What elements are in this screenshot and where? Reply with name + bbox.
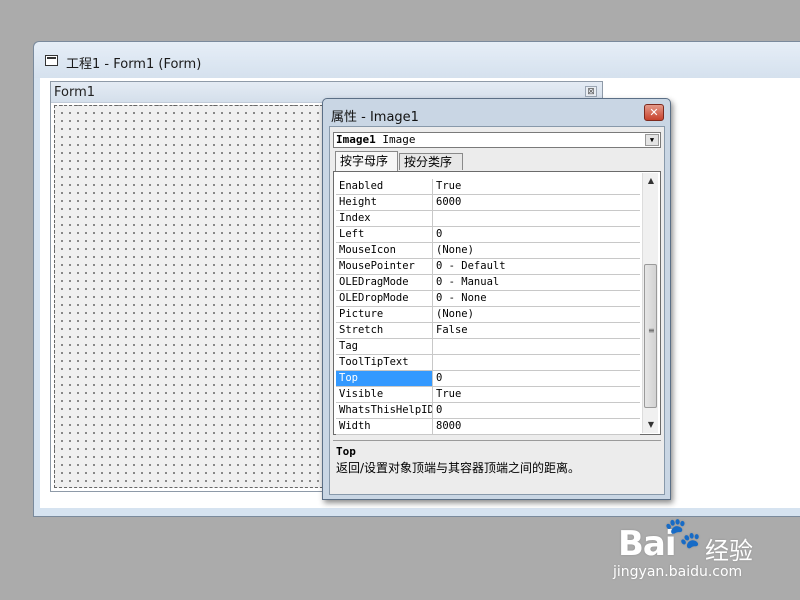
property-row[interactable]: Left 0 (336, 227, 640, 243)
property-value[interactable]: 0 - Default (433, 259, 640, 274)
property-row[interactable]: Picture (None) (336, 307, 640, 323)
property-value[interactable] (433, 339, 640, 354)
property-name[interactable]: Height (336, 195, 433, 210)
property-row[interactable]: Visible True (336, 387, 640, 403)
property-name[interactable]: MousePointer (336, 259, 433, 274)
property-value[interactable] (433, 211, 640, 226)
property-row[interactable]: OLEDragMode 0 - Manual (336, 275, 640, 291)
property-name[interactable]: Top (336, 371, 433, 386)
scroll-down-icon[interactable]: ▼ (643, 417, 659, 433)
form-window-icon (45, 55, 58, 66)
property-row[interactable]: Enabled True (336, 179, 640, 195)
property-value[interactable] (433, 355, 640, 370)
properties-panel: Image1 Image ▼ 按字母序 按分类序 Enabled True Heig… (329, 126, 665, 495)
property-value[interactable]: True (433, 179, 640, 194)
grip-icon: ≡ (648, 326, 655, 335)
property-name[interactable]: MouseIcon (336, 243, 433, 258)
tab-alphabetic[interactable]: 按字母序 (335, 151, 398, 171)
project-window-title: 工程1 - Form1 (Form) (66, 57, 202, 72)
property-row[interactable]: MousePointer 0 - Default (336, 259, 640, 275)
property-name[interactable]: ToolTipText (336, 355, 433, 370)
property-name[interactable]: Index (336, 211, 433, 226)
property-name[interactable]: Enabled (336, 179, 433, 194)
form-title: Form1 (54, 85, 96, 100)
paw-icon: 🐾 (664, 516, 702, 551)
object-selector-dropdown[interactable]: Image1 Image ▼ (333, 132, 661, 148)
description-text: 返回/设置对象顶端与其容器顶端之间的距离。 (336, 461, 581, 475)
baidu-jingyan-watermark: Bai 🐾 经验 jingyan.baidu.com (610, 516, 795, 588)
property-name[interactable]: WhatsThisHelpID (336, 403, 433, 418)
scroll-up-icon[interactable]: ▲ (643, 173, 659, 189)
property-row[interactable]: MouseIcon (None) (336, 243, 640, 259)
property-value[interactable]: 6000 (433, 195, 640, 210)
property-value[interactable]: (None) (433, 307, 640, 322)
property-row[interactable]: OLEDropMode 0 - None (336, 291, 640, 307)
tab-categorized[interactable]: 按分类序 (399, 153, 463, 170)
property-list: Enabled True Height 6000 Index Left 0 MouseIcon… (336, 179, 640, 435)
property-name[interactable]: OLEDropMode (336, 291, 433, 306)
description-property-name: Top (336, 445, 356, 458)
property-value[interactable]: 0 (433, 403, 640, 418)
property-value[interactable]: False (433, 323, 640, 338)
property-name[interactable]: OLEDragMode (336, 275, 433, 290)
property-grid: Enabled True Height 6000 Index Left 0 MouseIcon… (333, 171, 661, 435)
property-row[interactable]: Top 0 (336, 371, 640, 387)
watermark-url: jingyan.baidu.com (613, 564, 743, 580)
property-row[interactable]: Width 8000 (336, 419, 640, 435)
object-type: Image (382, 133, 416, 146)
property-tabs: 按字母序 按分类序 (333, 151, 663, 171)
properties-window-title: 属性 - Image1 (331, 110, 419, 125)
property-value[interactable]: 8000 (433, 419, 640, 434)
property-description-pane: Top 返回/设置对象顶端与其容器顶端之间的距离。 (333, 440, 661, 490)
property-row[interactable]: WhatsThisHelpID 0 (336, 403, 640, 419)
property-value[interactable]: 0 - None (433, 291, 640, 306)
property-row[interactable]: ToolTipText (336, 355, 640, 371)
property-row[interactable]: Stretch False (336, 323, 640, 339)
property-grid-scrollbar[interactable]: ▲ ≡ ▼ (642, 173, 658, 433)
property-name[interactable]: Tag (336, 339, 433, 354)
property-row[interactable]: Height 6000 (336, 195, 640, 211)
property-name[interactable]: Stretch (336, 323, 433, 338)
property-row[interactable]: Tag (336, 339, 640, 355)
property-name[interactable]: Visible (336, 387, 433, 402)
property-value[interactable]: 0 - Manual (433, 275, 640, 290)
property-value[interactable]: 0 (433, 371, 640, 386)
property-name[interactable]: Left (336, 227, 433, 242)
properties-window: 属性 - Image1 ✕ Image1 Image ▼ 按字母序 按分类序 E… (322, 98, 671, 500)
object-name: Image1 (336, 133, 376, 146)
property-name[interactable]: Width (336, 419, 433, 434)
property-value[interactable]: 0 (433, 227, 640, 242)
property-row[interactable]: Index (336, 211, 640, 227)
scrollbar-thumb[interactable]: ≡ (644, 264, 657, 408)
property-value[interactable]: (None) (433, 243, 640, 258)
close-button[interactable]: ✕ (644, 104, 664, 121)
form-close-icon[interactable]: ⊠ (585, 86, 597, 97)
project-window-titlebar[interactable]: 工程1 - Form1 (Form) (34, 42, 800, 78)
property-value[interactable]: True (433, 387, 640, 402)
property-name[interactable]: Picture (336, 307, 433, 322)
watermark-brand-cn: 经验 (705, 537, 753, 565)
chevron-down-icon[interactable]: ▼ (645, 134, 659, 146)
